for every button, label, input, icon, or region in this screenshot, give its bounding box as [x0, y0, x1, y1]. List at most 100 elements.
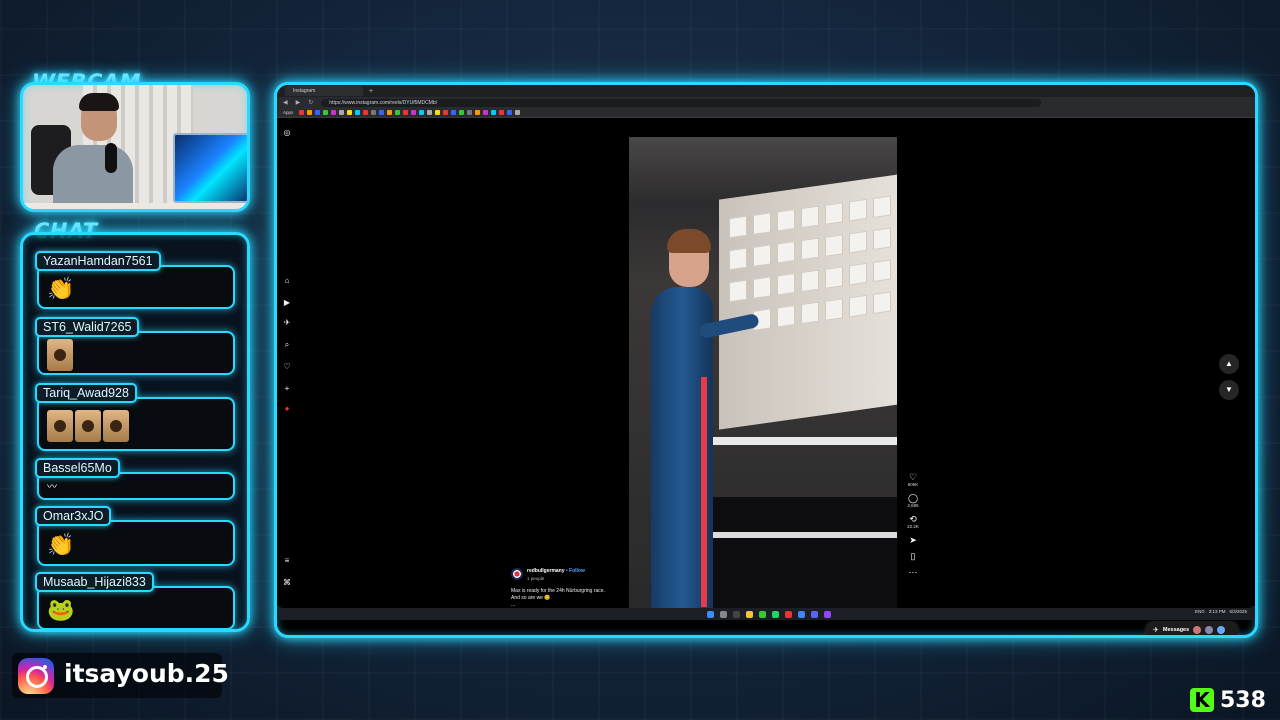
- reel-video[interactable]: [629, 137, 897, 615]
- bookmark-icon[interactable]: [507, 110, 513, 115]
- bookmark-icon[interactable]: [427, 110, 433, 115]
- bookmark-icon[interactable]: [371, 110, 377, 115]
- heart-icon[interactable]: ♡: [903, 472, 923, 482]
- bookmarks-apps[interactable]: Apps: [283, 110, 293, 115]
- instagram-logo-icon[interactable]: ◎: [282, 128, 292, 138]
- account-username-text[interactable]: redbullgermany: [527, 568, 565, 574]
- microphone-icon: [105, 143, 117, 173]
- xbox-icon[interactable]: [759, 610, 766, 618]
- bookmark-icon[interactable]: [499, 110, 505, 115]
- new-tab-button[interactable]: +: [369, 88, 373, 95]
- bookmark-icon[interactable]: [331, 110, 337, 115]
- share-action[interactable]: ➤: [903, 535, 923, 545]
- notifications-icon[interactable]: ♡: [282, 362, 292, 372]
- share-icon[interactable]: ➤: [903, 535, 923, 545]
- reel-wall-item: [801, 205, 819, 229]
- bookmark-icon[interactable]: [491, 110, 497, 115]
- bookmark-icon[interactable]: [435, 110, 441, 115]
- search-icon[interactable]: ⌕: [282, 340, 292, 350]
- reload-icon[interactable]: ↻: [308, 99, 313, 106]
- bookmark-icon[interactable]: [411, 110, 417, 115]
- reel-wall-item: [825, 298, 843, 321]
- start-icon[interactable]: [707, 610, 714, 618]
- app-icon[interactable]: [785, 610, 792, 618]
- bookmark-icon[interactable]: [299, 110, 305, 115]
- taskview-icon[interactable]: [733, 610, 740, 618]
- chrome-icon[interactable]: [798, 610, 805, 618]
- comment-action[interactable]: ◯ 2,685: [903, 493, 923, 508]
- bookmark-icon[interactable]: [347, 110, 353, 115]
- spotify-icon[interactable]: [772, 610, 779, 618]
- bookmark-icon[interactable]: [395, 110, 401, 115]
- webcam-desk: [23, 203, 247, 209]
- bookmark-icon[interactable]: [315, 110, 321, 115]
- messages-button[interactable]: ✈ Messages: [1145, 621, 1239, 635]
- chat-username: Bassel65Mo: [35, 458, 120, 478]
- bookmark-icon[interactable]: [419, 110, 425, 115]
- bookmark-icon[interactable]: [339, 110, 345, 115]
- bookmark-icon[interactable]: [379, 110, 385, 115]
- clock-date[interactable]: 6/3/2025: [1229, 609, 1247, 614]
- next-reel-button[interactable]: ▼: [1219, 380, 1239, 400]
- bookmark-icon[interactable]: [515, 110, 521, 115]
- save-action[interactable]: ▯: [903, 551, 923, 561]
- system-tray: ENG 3:13 PM 6/3/2025: [1195, 609, 1247, 614]
- cat-emote-icon: [103, 410, 129, 442]
- reel-wall-item: [777, 208, 795, 232]
- bookmark-icon[interactable]: [451, 110, 457, 115]
- chat-username: Tariq_Awad928: [35, 383, 137, 403]
- previous-reel-button[interactable]: ▲: [1219, 354, 1239, 374]
- browser-tab-instagram[interactable]: Instagram: [285, 86, 363, 96]
- instagram-reels-page: ◎ ⌂ ▶ ✈ ⌕ ♡ + ● ≡ ⌘ redbullgermany • Fol…: [277, 118, 1255, 635]
- bookmark-icon[interactable]: [307, 110, 313, 115]
- language-indicator[interactable]: ENG: [1195, 609, 1205, 614]
- messages-icon[interactable]: ✈: [282, 318, 292, 328]
- profile-icon[interactable]: ●: [282, 404, 292, 414]
- chat-bubble: [37, 331, 235, 375]
- forward-icon[interactable]: ▶: [296, 99, 301, 106]
- bookmark-icon[interactable]: [323, 110, 329, 115]
- create-icon[interactable]: +: [282, 384, 292, 394]
- webcam-person-body: [53, 145, 133, 209]
- chat-message: ST6_Walid7265: [35, 317, 235, 375]
- bookmark-icon[interactable]: [483, 110, 489, 115]
- bookmark-icon[interactable]: [459, 110, 465, 115]
- bookmark-icon[interactable]: [443, 110, 449, 115]
- bookmark-icon[interactable]: [355, 110, 361, 115]
- url-bar[interactable]: https://www.instagram.com/reels/DYUf5MDC…: [321, 98, 1042, 107]
- discord-icon[interactable]: [811, 610, 818, 618]
- account-username[interactable]: redbullgermany • Follow: [527, 568, 585, 574]
- more-icon[interactable]: ⋯: [903, 567, 923, 577]
- bookmark-icon[interactable]: [475, 110, 481, 115]
- browser-tab-bar: Instagram +: [277, 85, 1255, 97]
- bookmark-icon[interactable]: [403, 110, 409, 115]
- search-icon[interactable]: [720, 610, 727, 618]
- cat-emote-icon: [47, 410, 73, 442]
- menu-icon[interactable]: ≡: [282, 556, 292, 566]
- bookmark-icon[interactable]: ▯: [903, 551, 923, 561]
- custom-emote-icon: [47, 339, 73, 371]
- obs-icon[interactable]: [824, 610, 831, 618]
- home-icon[interactable]: ⌂: [282, 276, 292, 286]
- reel-wall-item: [753, 212, 771, 235]
- bookmark-icon[interactable]: [387, 110, 393, 115]
- repost-action[interactable]: ⟲ 22.2K: [903, 514, 923, 529]
- file-explorer-icon[interactable]: [746, 610, 753, 618]
- clock-time[interactable]: 3:13 PM: [1209, 609, 1226, 614]
- bookmark-icon[interactable]: [467, 110, 473, 115]
- avatar: [1193, 626, 1202, 634]
- meta-icon[interactable]: ⌘: [282, 578, 292, 588]
- instagram-icon: [18, 658, 54, 694]
- like-action[interactable]: ♡ 605K: [903, 472, 923, 487]
- comment-icon[interactable]: ◯: [903, 493, 923, 503]
- more-action[interactable]: ⋯: [903, 567, 923, 577]
- like-count: 605K: [907, 482, 919, 487]
- follow-button[interactable]: • Follow: [566, 568, 585, 574]
- instagram-handle-badge: itsayoub.25: [12, 653, 229, 698]
- reels-icon[interactable]: ▶: [282, 298, 292, 308]
- back-icon[interactable]: ◀: [283, 99, 288, 106]
- kick-icon: K: [1190, 688, 1214, 712]
- repost-icon[interactable]: ⟲: [903, 514, 923, 524]
- account-avatar[interactable]: [511, 568, 523, 580]
- bookmark-icon[interactable]: [363, 110, 369, 115]
